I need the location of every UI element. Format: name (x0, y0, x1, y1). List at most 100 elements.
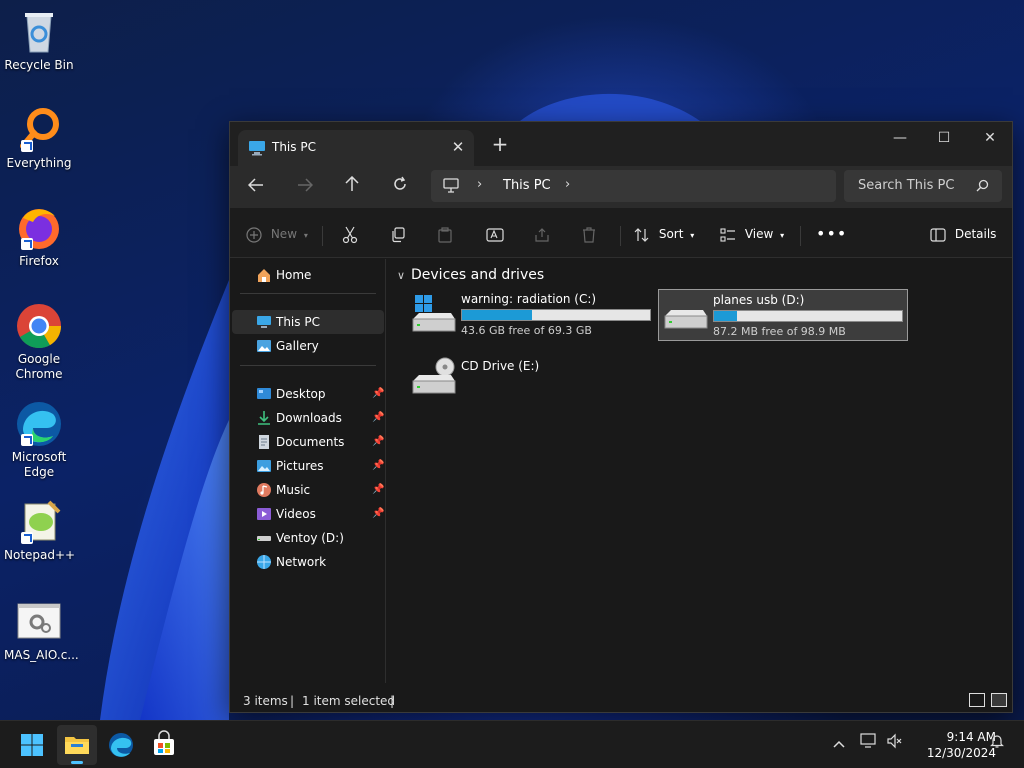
sidebar-item-videos[interactable]: Videos 📌 (232, 502, 384, 526)
desktop-icon-recycle-bin[interactable]: Recycle Bin (4, 8, 74, 73)
sidebar-item-gallery[interactable]: Gallery (232, 334, 384, 358)
recycle-bin-icon (15, 8, 63, 56)
pin-icon[interactable]: 📌 (372, 502, 384, 526)
group-header-devices-and-drives[interactable]: ∨ Devices and drives (397, 267, 544, 283)
desktop-icon-notepad-plus-plus[interactable]: Notepad++ (4, 498, 75, 563)
desktop-icon-mas-aio[interactable]: MAS_AIO.c... (4, 598, 79, 663)
sidebar-item-this-pc[interactable]: This PC (232, 310, 384, 334)
sidebar-item-label: Desktop (276, 387, 326, 401)
taskbar-file-explorer[interactable] (57, 725, 97, 765)
sidebar-item-music[interactable]: Music 📌 (232, 478, 384, 502)
drive-item-c[interactable]: warning: radiation (C:) 43.6 GB free of … (407, 289, 657, 341)
details-button[interactable]: Details (930, 222, 996, 246)
tab-this-pc[interactable]: This PC ✕ (238, 130, 474, 166)
refresh-button[interactable] (386, 174, 414, 200)
clipboard-icon (438, 226, 452, 243)
chevron-up-icon[interactable] (828, 733, 850, 755)
pin-icon[interactable]: 📌 (372, 478, 384, 502)
paste-button[interactable] (438, 222, 452, 246)
sidebar-item-label: Network (276, 555, 327, 569)
rename-icon (486, 227, 504, 242)
sidebar-item-downloads[interactable]: Downloads 📌 (232, 406, 384, 430)
pin-icon[interactable]: 📌 (372, 382, 384, 406)
notification-bell-icon[interactable] (986, 733, 1008, 755)
sidebar-item-network[interactable]: Network (232, 550, 384, 574)
arrow-up-icon (345, 175, 359, 191)
view-button[interactable]: View ▾ (720, 222, 784, 246)
up-button[interactable] (338, 174, 366, 200)
drive-item-e[interactable]: CD Drive (E:) (407, 353, 657, 405)
active-indicator (71, 761, 83, 764)
title-bar[interactable]: This PC ✕ + — ☐ ✕ (230, 122, 1012, 166)
pin-icon[interactable]: 📌 (372, 454, 384, 478)
shortcut-arrow-icon (21, 140, 33, 152)
status-separator: | (290, 694, 295, 708)
desktop-icon-everything[interactable]: Everything (4, 106, 74, 171)
share-button[interactable] (534, 222, 550, 246)
sidebar-item-desktop[interactable]: Desktop 📌 (232, 382, 384, 406)
rename-button[interactable] (486, 222, 504, 246)
arrow-left-icon (247, 178, 263, 192)
drive-usage-fill (714, 311, 737, 321)
system-clock[interactable]: 9:14 AM 12/30/2024 (912, 729, 996, 761)
new-button[interactable]: New ▾ (246, 222, 308, 246)
desktop-icon-label: Firefox (19, 254, 59, 268)
everything-icon (15, 106, 63, 154)
drive-free-space: 43.6 GB free of 69.3 GB (461, 324, 592, 337)
desktop-icon-microsoft-edge[interactable]: Microsoft Edge (4, 400, 74, 480)
close-window-button[interactable]: ✕ (968, 124, 1012, 152)
pin-icon[interactable]: 📌 (372, 430, 384, 454)
close-tab-icon[interactable]: ✕ (448, 137, 468, 157)
sidebar-item-documents[interactable]: Documents 📌 (232, 430, 384, 454)
cut-button[interactable] (342, 222, 358, 246)
back-button[interactable] (242, 174, 270, 200)
usb-drive-icon (256, 530, 272, 546)
copy-button[interactable] (390, 222, 406, 246)
file-explorer-window[interactable]: This PC ✕ + — ☐ ✕ › This PC › Search Thi… (229, 121, 1013, 713)
search-input[interactable]: Search This PC (844, 170, 1002, 202)
desktop-icon-firefox[interactable]: Firefox (4, 204, 74, 269)
drive-usage-bar (713, 310, 903, 322)
chevron-down-icon: ∨ (397, 269, 406, 282)
maximize-button[interactable]: ☐ (922, 124, 966, 152)
pin-icon[interactable]: 📌 (372, 406, 384, 430)
drive-name: warning: radiation (C:) (461, 292, 597, 306)
new-tab-button[interactable]: + (490, 134, 510, 154)
taskbar-edge[interactable] (101, 725, 141, 765)
sidebar-item-ventoy[interactable]: Ventoy (D:) (232, 526, 384, 550)
chevron-right-icon[interactable]: › (565, 177, 570, 192)
desktop-folder-icon (256, 386, 272, 402)
minimize-button[interactable]: — (878, 124, 922, 152)
breadcrumb-this-pc[interactable]: This PC (503, 178, 551, 193)
start-button[interactable] (12, 725, 52, 765)
navigation-pane: Home This PC Gallery Desktop 📌 Downloads… (230, 259, 386, 683)
chevron-right-icon[interactable]: › (477, 177, 482, 192)
monitor-icon (443, 178, 459, 196)
drive-item-d[interactable]: planes usb (D:) 87.2 MB free of 98.9 MB (658, 289, 908, 341)
details-pane-icon (930, 227, 946, 242)
search-icon (976, 179, 989, 195)
divider (240, 293, 376, 294)
search-placeholder: Search This PC (858, 178, 955, 193)
large-icons-view-toggle-icon[interactable] (991, 693, 1007, 707)
taskbar-microsoft-store[interactable] (144, 725, 184, 765)
more-options-icon[interactable]: ••• (816, 222, 847, 246)
delete-button[interactable] (582, 222, 596, 246)
network-status-icon[interactable] (858, 733, 880, 755)
content-area[interactable]: ∨ Devices and drives warning: radiation (… (387, 259, 1012, 683)
details-view-toggle-icon[interactable] (969, 693, 985, 707)
divider (620, 226, 621, 246)
drive-usage-bar (461, 309, 651, 321)
divider (240, 365, 376, 366)
desktop-icon-google-chrome[interactable]: Google Chrome (4, 302, 74, 382)
volume-muted-icon[interactable] (884, 733, 906, 755)
copy-icon (392, 226, 405, 242)
sidebar-item-pictures[interactable]: Pictures 📌 (232, 454, 384, 478)
chevron-down-icon: ▾ (780, 231, 785, 240)
sort-button[interactable]: Sort ▾ (634, 222, 694, 246)
sidebar-item-home[interactable]: Home (232, 263, 384, 287)
shortcut-arrow-icon (21, 238, 33, 250)
address-bar[interactable]: › This PC › (431, 170, 836, 202)
forward-button[interactable] (291, 174, 319, 200)
firefox-icon (15, 204, 63, 252)
